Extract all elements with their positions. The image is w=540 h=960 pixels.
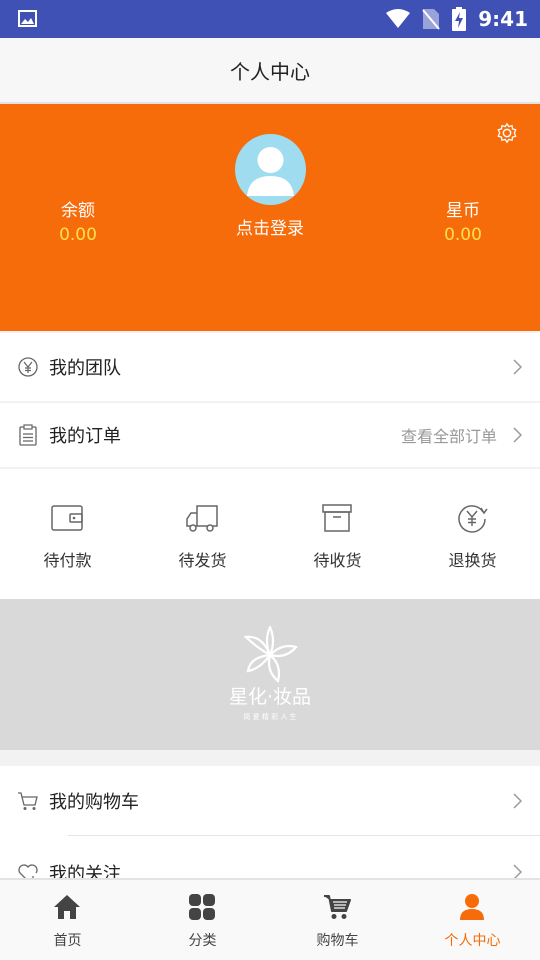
settings-gear-icon[interactable] <box>496 122 518 144</box>
profile-header: 余额 0.00 点击登录 星币 0.00 <box>0 104 540 331</box>
order-status-label: 待付款 <box>43 551 92 570</box>
wifi-icon <box>386 9 411 28</box>
tab-category[interactable]: 分类 <box>135 880 270 960</box>
order-status-pending-payment[interactable]: 待付款 <box>0 469 135 599</box>
order-status-label: 待发货 <box>178 551 227 570</box>
chevron-right-icon <box>513 359 522 375</box>
clipboard-icon <box>19 424 37 446</box>
order-status-grid: 待付款 待发货 待收货 退换货 <box>0 469 540 599</box>
category-icon <box>189 894 215 920</box>
brand-logo: 星化·妆品 简 爱 精 彩 人 生 <box>229 625 311 721</box>
page-title: 个人中心 <box>230 59 310 84</box>
tab-home[interactable]: 首页 <box>0 880 135 960</box>
menu-row-follow[interactable]: 我的关注 <box>0 836 540 880</box>
no-sim-icon <box>422 9 441 30</box>
bottom-tab-bar: 首页 分类 购物车 个人中心 <box>0 878 540 960</box>
menu-label-follow: 我的关注 <box>49 864 121 880</box>
order-status-pending-shipment[interactable]: 待发货 <box>135 469 270 599</box>
tab-label: 首页 <box>53 933 82 949</box>
battery-charging-icon <box>452 7 467 31</box>
star-coin-stat[interactable]: 星币 0.00 <box>413 196 513 245</box>
user-icon <box>460 894 484 920</box>
home-icon <box>54 895 80 919</box>
brand-banner[interactable]: 星化·妆品 简 爱 精 彩 人 生 <box>0 599 540 750</box>
image-notification-icon <box>18 10 37 27</box>
avatar[interactable] <box>235 134 306 205</box>
view-all-orders-link[interactable]: 查看全部订单 <box>401 423 497 447</box>
tab-cart[interactable]: 购物车 <box>270 880 405 960</box>
tab-label: 分类 <box>188 933 217 949</box>
menu-label-team: 我的团队 <box>49 358 121 379</box>
yuan-circle-icon <box>18 357 38 377</box>
tab-profile[interactable]: 个人中心 <box>405 880 540 960</box>
wallet-icon <box>51 505 83 531</box>
user-avatar-icon <box>247 147 294 196</box>
status-time: 9:41 <box>478 7 528 31</box>
brand-logo-name: 星化·妆品 <box>229 686 311 708</box>
tab-label: 个人中心 <box>444 933 501 949</box>
menu-row-cart[interactable]: 我的购物车 <box>0 766 540 836</box>
order-status-label: 退换货 <box>448 551 497 570</box>
star-coin-value: 0.00 <box>444 225 482 245</box>
menu-label-cart: 我的购物车 <box>49 792 139 813</box>
cart-outline-icon <box>18 792 38 810</box>
refund-icon <box>458 505 488 533</box>
order-status-pending-receipt[interactable]: 待收货 <box>270 469 405 599</box>
star-coin-label: 星币 <box>446 201 480 221</box>
menu-label-orders: 我的订单 <box>49 426 121 447</box>
chevron-right-icon <box>513 793 522 809</box>
order-status-return-exchange[interactable]: 退换货 <box>405 469 540 599</box>
cart-icon <box>324 895 351 919</box>
brand-logo-slogan: 简 爱 精 彩 人 生 <box>243 712 296 721</box>
order-status-label: 待收货 <box>313 551 362 570</box>
title-bar: 个人中心 <box>0 38 540 104</box>
chevron-right-icon <box>513 427 522 443</box>
tab-label: 购物车 <box>316 933 359 949</box>
box-icon <box>322 504 352 532</box>
menu-row-team[interactable]: 我的团队 <box>0 333 540 401</box>
status-bar: 9:41 <box>0 0 540 38</box>
menu-row-orders[interactable]: 我的订单 查看全部订单 <box>0 403 540 467</box>
truck-icon <box>186 505 218 532</box>
